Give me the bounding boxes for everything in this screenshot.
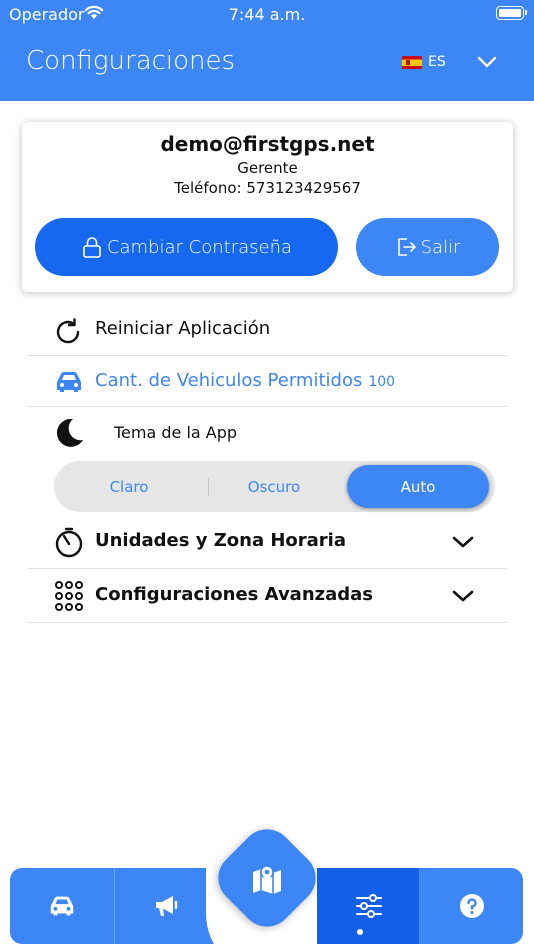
change-password-label: Cambiar Contraseña <box>106 236 293 258</box>
theme-segmented-control: Claro Oscuro Auto <box>54 461 495 512</box>
battery-icon <box>496 6 527 20</box>
units-timezone-label: Unidades y Zona Horaria <box>95 530 346 551</box>
page-title: Configuraciones <box>26 46 236 76</box>
chevron-down-icon <box>452 590 474 602</box>
car-icon <box>57 372 81 392</box>
sliders-icon <box>355 894 382 918</box>
app-header: Operador 7:44 a.m. Configuraciones ES <box>0 0 534 101</box>
refresh-icon <box>56 318 80 344</box>
allowed-vehicles-label: Cant. de Vehiculos Permitidos 100 <box>95 370 395 391</box>
tab-announcements[interactable] <box>115 868 218 944</box>
account-card: demo@firstgps.net Gerente Teléfono: 5731… <box>22 122 513 292</box>
phone-label: Teléfono: <box>174 179 242 197</box>
lock-icon <box>83 237 101 258</box>
theme-option-light[interactable]: Claro <box>54 461 204 512</box>
logout-label: Salir <box>420 236 461 258</box>
restart-app-row[interactable]: Reiniciar Aplicación <box>27 305 507 356</box>
allowed-vehicles-row: Cant. de Vehiculos Permitidos 100 <box>27 356 507 407</box>
chevron-down-icon[interactable] <box>475 52 499 72</box>
theme-option-auto[interactable]: Auto <box>347 465 489 508</box>
change-password-button[interactable]: Cambiar Contraseña <box>35 218 338 276</box>
logout-button[interactable]: Salir <box>356 218 499 276</box>
map-icon[interactable] <box>248 860 286 898</box>
clock: 7:44 a.m. <box>228 5 306 24</box>
moon-icon <box>56 418 83 447</box>
theme-option-dark[interactable]: Oscuro <box>204 461 344 512</box>
dots-grid-icon <box>55 581 83 611</box>
logout-icon <box>397 238 416 256</box>
tab-vehicles[interactable] <box>10 868 113 944</box>
chevron-down-icon <box>452 536 474 548</box>
active-tab-indicator <box>357 929 363 935</box>
app-theme-row: Tema de la App <box>27 407 507 459</box>
spain-flag-icon <box>402 55 422 69</box>
allowed-vehicles-text: Cant. de Vehiculos Permitidos <box>95 370 363 391</box>
user-email: demo@firstgps.net <box>160 132 375 156</box>
units-timezone-row[interactable]: Unidades y Zona Horaria <box>27 515 507 569</box>
language-selector[interactable]: ES <box>402 52 446 72</box>
advanced-settings-row[interactable]: Configuraciones Avanzadas <box>27 569 507 623</box>
status-bar: Operador 7:44 a.m. <box>0 0 534 30</box>
megaphone-icon <box>155 896 177 916</box>
timer-icon <box>55 527 83 558</box>
allowed-vehicles-count: 100 <box>368 374 396 390</box>
restart-app-label: Reiniciar Aplicación <box>95 318 271 339</box>
tab-settings[interactable] <box>317 868 420 944</box>
phone-value: 573123429567 <box>246 179 361 197</box>
tab-help[interactable] <box>420 868 523 944</box>
app-theme-label: Tema de la App <box>114 423 238 442</box>
car-icon <box>50 896 73 916</box>
language-code: ES <box>428 54 446 70</box>
user-phone: Teléfono: 573123429567 <box>22 179 513 197</box>
advanced-settings-label: Configuraciones Avanzadas <box>95 584 374 605</box>
help-icon <box>459 894 484 918</box>
user-role: Gerente <box>237 159 298 177</box>
